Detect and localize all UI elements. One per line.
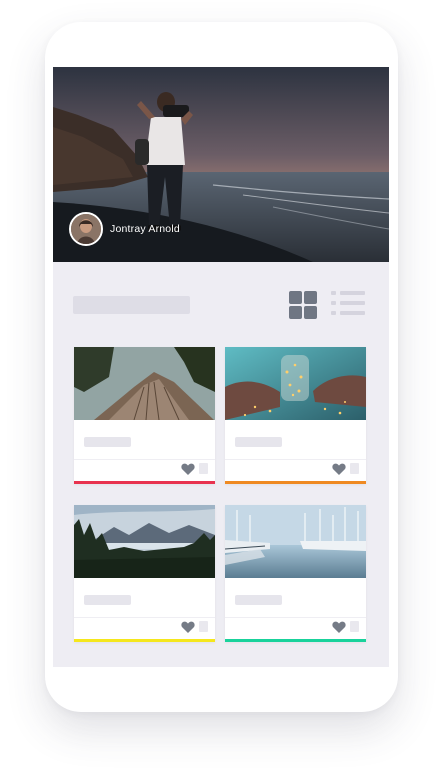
photo-card[interactable] (225, 505, 366, 642)
app-screen: Jontray Arnold (53, 67, 389, 667)
user-name[interactable]: Jontray Arnold (110, 223, 180, 235)
mountain-lake-photo (74, 505, 215, 578)
marina-boats-photo (225, 505, 366, 578)
section-title-placeholder (73, 296, 190, 314)
heart-icon[interactable] (181, 621, 195, 633)
list-view-button[interactable] (331, 291, 365, 319)
cover-photo: Jontray Arnold (53, 67, 389, 262)
profile-chip[interactable]: Jontray Arnold (69, 212, 180, 246)
checkbox-icon[interactable] (199, 463, 208, 474)
accent-bar (74, 481, 215, 484)
heart-icon[interactable] (332, 463, 346, 475)
jar-lights-photo (225, 347, 366, 420)
card-title-placeholder (235, 437, 282, 447)
accent-bar (74, 639, 215, 642)
accent-bar (225, 481, 366, 484)
checkbox-icon[interactable] (350, 463, 359, 474)
grid-icon (289, 291, 302, 304)
tree-trunk-photo (74, 347, 215, 420)
card-title-placeholder (84, 437, 131, 447)
photo-card[interactable] (74, 505, 215, 642)
checkbox-icon[interactable] (350, 621, 359, 632)
avatar[interactable] (69, 212, 103, 246)
list-icon (331, 291, 365, 295)
photo-card[interactable] (225, 347, 366, 484)
grid-view-button[interactable] (289, 291, 317, 319)
card-title-placeholder (84, 595, 131, 605)
heart-icon[interactable] (181, 463, 195, 475)
accent-bar (225, 639, 366, 642)
card-title-placeholder (235, 595, 282, 605)
photo-card[interactable] (74, 347, 215, 484)
checkbox-icon[interactable] (199, 621, 208, 632)
heart-icon[interactable] (332, 621, 346, 633)
